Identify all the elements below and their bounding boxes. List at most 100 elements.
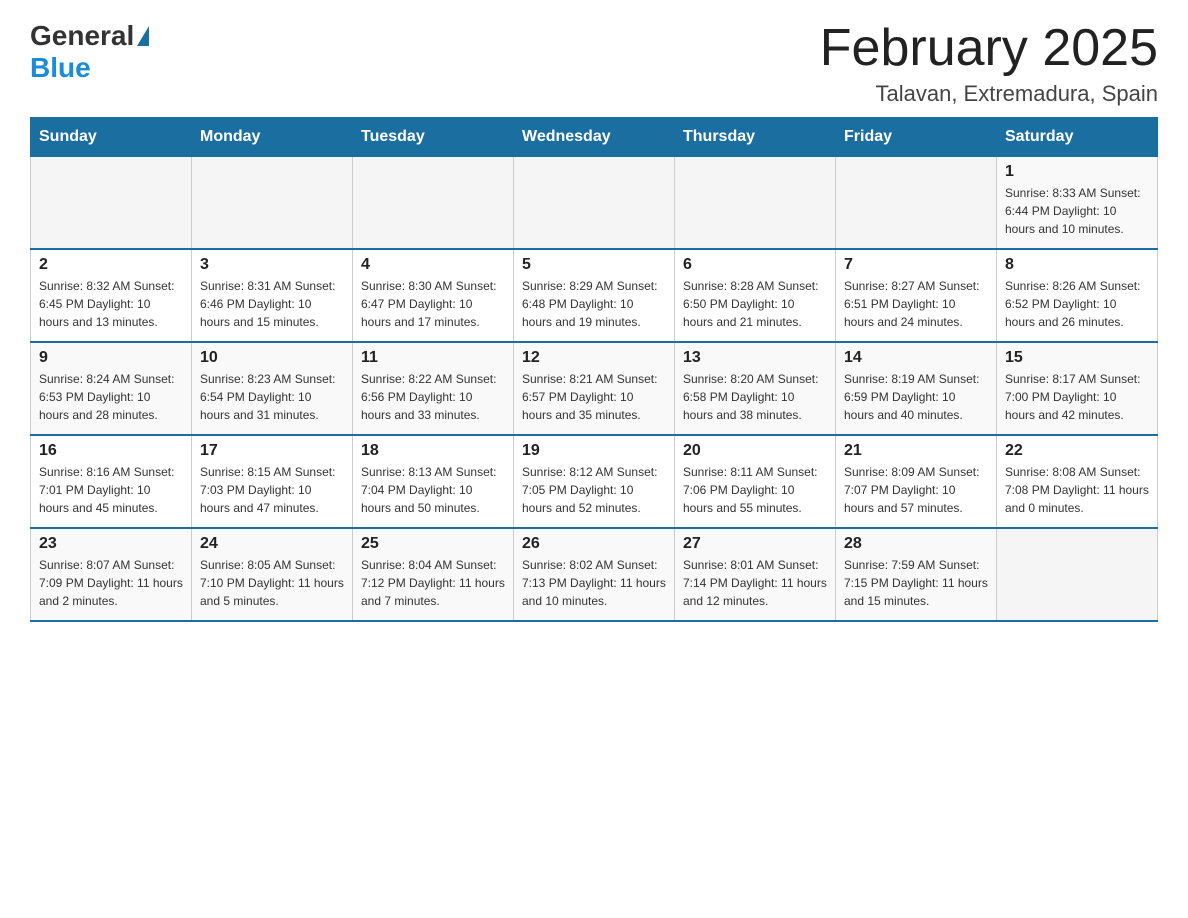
day-info: Sunrise: 8:12 AM Sunset: 7:05 PM Dayligh… [522, 463, 666, 517]
week-row-2: 9 Sunrise: 8:24 AM Sunset: 6:53 PM Daylig… [31, 342, 1158, 435]
day-number: 10 [200, 349, 344, 367]
header-tuesday: Tuesday [353, 118, 514, 157]
day-number: 6 [683, 256, 827, 274]
day-info: Sunrise: 8:01 AM Sunset: 7:14 PM Dayligh… [683, 556, 827, 610]
day-cell: 27 Sunrise: 8:01 AM Sunset: 7:14 PM Dayli… [675, 528, 836, 621]
day-info: Sunrise: 8:15 AM Sunset: 7:03 PM Dayligh… [200, 463, 344, 517]
day-cell: 15 Sunrise: 8:17 AM Sunset: 7:00 PM Dayli… [997, 342, 1158, 435]
logo-general: General [30, 20, 134, 52]
day-info: Sunrise: 8:20 AM Sunset: 6:58 PM Dayligh… [683, 370, 827, 424]
day-info: Sunrise: 8:22 AM Sunset: 6:56 PM Dayligh… [361, 370, 505, 424]
day-cell: 13 Sunrise: 8:20 AM Sunset: 6:58 PM Dayli… [675, 342, 836, 435]
day-cell: 22 Sunrise: 8:08 AM Sunset: 7:08 PM Dayli… [997, 435, 1158, 528]
day-info: Sunrise: 8:11 AM Sunset: 7:06 PM Dayligh… [683, 463, 827, 517]
day-info: Sunrise: 8:24 AM Sunset: 6:53 PM Dayligh… [39, 370, 183, 424]
day-cell: 24 Sunrise: 8:05 AM Sunset: 7:10 PM Dayli… [192, 528, 353, 621]
day-cell [997, 528, 1158, 621]
day-cell: 3Sunrise: 8:31 AM Sunset: 6:46 PM Daylig… [192, 249, 353, 342]
day-number: 5 [522, 256, 666, 274]
logo-text: General [30, 20, 152, 52]
day-info: Sunrise: 8:17 AM Sunset: 7:00 PM Dayligh… [1005, 370, 1149, 424]
day-number: 7 [844, 256, 988, 274]
day-cell [192, 157, 353, 250]
day-cell: 7 Sunrise: 8:27 AM Sunset: 6:51 PM Daylig… [836, 249, 997, 342]
calendar-table: SundayMondayTuesdayWednesdayThursdayFrid… [30, 117, 1158, 622]
day-number: 28 [844, 535, 988, 553]
day-cell: 19 Sunrise: 8:12 AM Sunset: 7:05 PM Dayli… [514, 435, 675, 528]
day-info: Sunrise: 8:04 AM Sunset: 7:12 PM Dayligh… [361, 556, 505, 610]
title-section: February 2025 Talavan, Extremadura, Spai… [820, 20, 1158, 107]
week-row-4: 23 Sunrise: 8:07 AM Sunset: 7:09 PM Dayli… [31, 528, 1158, 621]
week-row-1: 2Sunrise: 8:32 AM Sunset: 6:45 PM Daylig… [31, 249, 1158, 342]
day-info: Sunrise: 8:05 AM Sunset: 7:10 PM Dayligh… [200, 556, 344, 610]
header-wednesday: Wednesday [514, 118, 675, 157]
day-cell: 16Sunrise: 8:16 AM Sunset: 7:01 PM Dayli… [31, 435, 192, 528]
day-cell: 14 Sunrise: 8:19 AM Sunset: 6:59 PM Dayli… [836, 342, 997, 435]
day-info: Sunrise: 8:29 AM Sunset: 6:48 PM Dayligh… [522, 277, 666, 331]
day-number: 27 [683, 535, 827, 553]
day-number: 2 [39, 256, 183, 274]
day-number: 23 [39, 535, 183, 553]
header-thursday: Thursday [675, 118, 836, 157]
day-cell: 4Sunrise: 8:30 AM Sunset: 6:47 PM Daylig… [353, 249, 514, 342]
day-cell: 8 Sunrise: 8:26 AM Sunset: 6:52 PM Daylig… [997, 249, 1158, 342]
day-cell: 2Sunrise: 8:32 AM Sunset: 6:45 PM Daylig… [31, 249, 192, 342]
day-cell: 10 Sunrise: 8:23 AM Sunset: 6:54 PM Dayli… [192, 342, 353, 435]
day-number: 25 [361, 535, 505, 553]
day-info: Sunrise: 8:07 AM Sunset: 7:09 PM Dayligh… [39, 556, 183, 610]
day-info: Sunrise: 8:09 AM Sunset: 7:07 PM Dayligh… [844, 463, 988, 517]
day-number: 12 [522, 349, 666, 367]
day-number: 9 [39, 349, 183, 367]
day-cell: 5 Sunrise: 8:29 AM Sunset: 6:48 PM Daylig… [514, 249, 675, 342]
day-number: 15 [1005, 349, 1149, 367]
day-info: Sunrise: 8:13 AM Sunset: 7:04 PM Dayligh… [361, 463, 505, 517]
logo-triangle-icon [137, 26, 149, 46]
page-header: General Blue February 2025 Talavan, Extr… [30, 20, 1158, 107]
header-row: SundayMondayTuesdayWednesdayThursdayFrid… [31, 118, 1158, 157]
day-number: 3 [200, 256, 344, 274]
day-cell: 25 Sunrise: 8:04 AM Sunset: 7:12 PM Dayli… [353, 528, 514, 621]
day-info: Sunrise: 8:08 AM Sunset: 7:08 PM Dayligh… [1005, 463, 1149, 517]
week-row-3: 16Sunrise: 8:16 AM Sunset: 7:01 PM Dayli… [31, 435, 1158, 528]
day-number: 20 [683, 442, 827, 460]
day-number: 19 [522, 442, 666, 460]
day-cell [836, 157, 997, 250]
day-info: Sunrise: 7:59 AM Sunset: 7:15 PM Dayligh… [844, 556, 988, 610]
day-number: 1 [1005, 163, 1149, 181]
week-row-0: 1 Sunrise: 8:33 AM Sunset: 6:44 PM Daylig… [31, 157, 1158, 250]
day-cell: 11 Sunrise: 8:22 AM Sunset: 6:56 PM Dayli… [353, 342, 514, 435]
day-number: 22 [1005, 442, 1149, 460]
day-number: 11 [361, 349, 505, 367]
logo-blue: Blue [30, 52, 91, 84]
day-number: 18 [361, 442, 505, 460]
day-number: 8 [1005, 256, 1149, 274]
day-number: 17 [200, 442, 344, 460]
day-info: Sunrise: 8:26 AM Sunset: 6:52 PM Dayligh… [1005, 277, 1149, 331]
day-cell [353, 157, 514, 250]
day-cell: 28 Sunrise: 7:59 AM Sunset: 7:15 PM Dayli… [836, 528, 997, 621]
day-cell: 23 Sunrise: 8:07 AM Sunset: 7:09 PM Dayli… [31, 528, 192, 621]
day-number: 24 [200, 535, 344, 553]
day-number: 21 [844, 442, 988, 460]
day-number: 14 [844, 349, 988, 367]
day-cell: 12Sunrise: 8:21 AM Sunset: 6:57 PM Dayli… [514, 342, 675, 435]
day-number: 4 [361, 256, 505, 274]
day-info: Sunrise: 8:23 AM Sunset: 6:54 PM Dayligh… [200, 370, 344, 424]
calendar-subtitle: Talavan, Extremadura, Spain [820, 81, 1158, 107]
day-cell: 6Sunrise: 8:28 AM Sunset: 6:50 PM Daylig… [675, 249, 836, 342]
header-sunday: Sunday [31, 118, 192, 157]
day-info: Sunrise: 8:16 AM Sunset: 7:01 PM Dayligh… [39, 463, 183, 517]
header-friday: Friday [836, 118, 997, 157]
calendar-title: February 2025 [820, 20, 1158, 77]
day-cell: 1 Sunrise: 8:33 AM Sunset: 6:44 PM Daylig… [997, 157, 1158, 250]
day-cell: 18 Sunrise: 8:13 AM Sunset: 7:04 PM Dayli… [353, 435, 514, 528]
day-info: Sunrise: 8:27 AM Sunset: 6:51 PM Dayligh… [844, 277, 988, 331]
day-number: 26 [522, 535, 666, 553]
logo: General Blue [30, 20, 152, 84]
day-number: 13 [683, 349, 827, 367]
day-cell: 20 Sunrise: 8:11 AM Sunset: 7:06 PM Dayli… [675, 435, 836, 528]
day-info: Sunrise: 8:02 AM Sunset: 7:13 PM Dayligh… [522, 556, 666, 610]
day-cell [31, 157, 192, 250]
day-info: Sunrise: 8:33 AM Sunset: 6:44 PM Dayligh… [1005, 184, 1149, 238]
day-info: Sunrise: 8:19 AM Sunset: 6:59 PM Dayligh… [844, 370, 988, 424]
